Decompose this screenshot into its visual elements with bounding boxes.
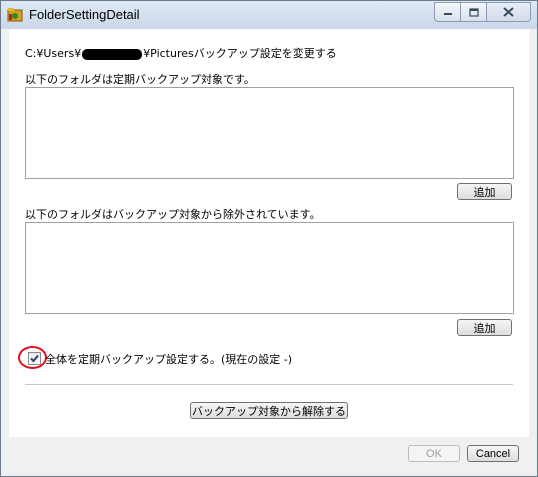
dialog-content: C:¥Users¥ ¥Picturesバックアップ設定を変更する 以下のフォルダは…	[9, 29, 529, 437]
path-suffix: ¥Picturesバックアップ設定を変更する	[143, 47, 337, 60]
full-backup-label: 全体を定期バックアップ設定する。(現在の設定 -)	[45, 353, 293, 366]
remove-backup-button[interactable]: バックアップ対象から解除する	[190, 402, 348, 419]
redacted-username	[82, 48, 143, 60]
path-heading: C:¥Users¥ ¥Picturesバックアップ設定を変更する	[25, 45, 337, 61]
window-title: FolderSettingDetail	[29, 7, 140, 22]
minimize-button[interactable]	[434, 2, 461, 22]
close-icon	[503, 7, 514, 17]
included-folders-label: 以下のフォルダは定期バックアップ対象です。	[25, 73, 255, 86]
excluded-folders-list[interactable]	[25, 222, 514, 314]
close-button[interactable]	[486, 2, 531, 22]
cancel-button[interactable]: Cancel	[467, 445, 519, 462]
add-excluded-button[interactable]: 追加	[457, 319, 512, 336]
included-folders-list[interactable]	[25, 87, 514, 179]
title-bar[interactable]: FolderSettingDetail	[1, 1, 537, 29]
add-included-button[interactable]: 追加	[457, 183, 512, 200]
maximize-icon	[468, 7, 479, 17]
caption-buttons	[434, 2, 531, 22]
maximize-button[interactable]	[460, 2, 487, 22]
separator-line	[25, 384, 513, 385]
ok-button[interactable]: OK	[408, 445, 460, 462]
highlight-circle	[18, 346, 47, 369]
folder-app-icon	[7, 8, 23, 22]
dialog-window: FolderSettingDetail C:¥Users¥ ¥Picturesバ…	[0, 0, 538, 477]
path-prefix: C:¥Users¥	[25, 47, 82, 60]
dialog-footer: OK Cancel	[1, 437, 537, 476]
excluded-folders-label: 以下のフォルダはバックアップ対象から除外されています。	[25, 208, 321, 221]
minimize-icon	[443, 13, 452, 15]
